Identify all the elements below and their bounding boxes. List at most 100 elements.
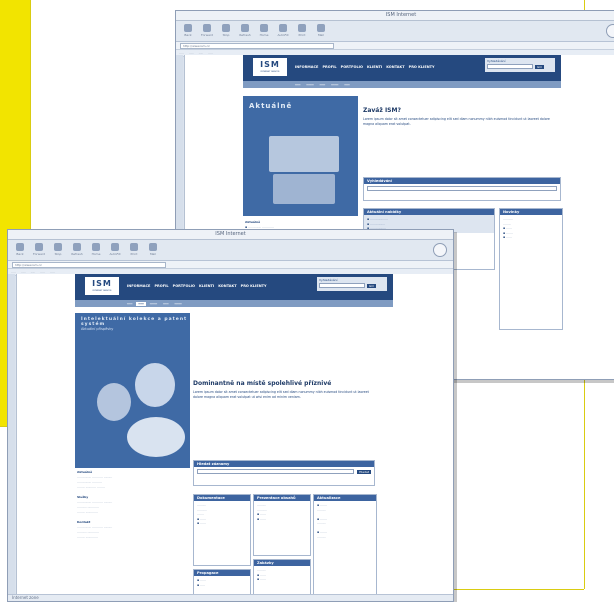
site-logo[interactable]: ISM INTERNET SERVICE [253,58,287,76]
nav-item[interactable]: INFORMACE [127,284,150,288]
website: ISM INTERNET SERVICE INFORMACE PROFIL POR… [243,55,561,88]
site-logo[interactable]: ISM INTERNET SERVICE [85,277,119,295]
page-viewport: ISM INTERNET SERVICE INFORMACE PROFIL POR… [16,274,453,601]
forward-button[interactable]: Forward [33,242,45,258]
panel-documentation: Dokumentace ········· ·········· ······· ▪ … [193,494,251,566]
mail-button[interactable]: Mail [315,23,327,39]
hero-image-people: Intelektuální kolekce a patent systém Ak… [75,313,190,468]
site-search-input[interactable] [319,283,365,288]
autofill-icon [111,242,119,251]
autofill-button[interactable]: AutoFill [277,23,289,39]
browser-toolbar: Back Forward Stop Refresh Home AutoFill … [8,240,453,261]
forward-arrow-icon [203,23,211,32]
subnav-item[interactable]: ━━━ [318,83,327,87]
autofill-icon [279,23,287,32]
subnav-item[interactable]: ━━━ [293,83,302,87]
stop-icon [222,23,230,32]
refresh-button[interactable]: Refresh [71,242,83,258]
explorer-side-tabs[interactable] [8,274,15,601]
subnav-item-active[interactable]: ━━━ [136,301,146,306]
forward-button[interactable]: Forward [201,23,213,39]
sub-nav: ━━━ ━━━━ ━━━ ━━━━ ━━━ [243,81,561,88]
refresh-button[interactable]: Refresh [239,23,251,39]
search-panel: Vyhledávání [363,177,561,201]
print-icon [298,23,306,32]
person-shape [135,363,175,407]
site-search-box: Vyhledávání GO [317,277,387,291]
nav-item[interactable]: PORTFOLIO [341,65,363,69]
autofill-button[interactable]: AutoFill [109,242,121,258]
subnav-item[interactable]: ━━━━ [173,302,184,306]
nav-item[interactable]: KONTAKT [386,65,404,69]
mail-icon [149,242,157,251]
mail-button[interactable]: Mail [147,242,159,258]
window-title: ISM Internet [176,11,614,21]
status-bar: Internet zone [8,594,453,601]
address-bar: http://www.ism.cz [8,261,453,269]
print-button[interactable]: Print [128,242,140,258]
mail-icon [317,23,325,32]
main-text: Lorem ipsum dolor sit amet consectetuer … [193,390,369,399]
print-button[interactable]: Print [296,23,308,39]
subnav-item[interactable]: ━━━━ [304,83,315,87]
browser-logo-icon [433,243,447,257]
print-icon [130,242,138,251]
main-heading: Zaváž ISM? [363,107,401,114]
browser-logo-icon [606,24,614,38]
address-field[interactable]: http://www.ism.cz [180,42,334,49]
sub-nav: ━━━ ━━━ ━━━━ ━━━ ━━━━ [75,300,393,307]
panel-search-button[interactable]: Hledat [357,469,371,474]
home-button[interactable]: Home [90,242,102,258]
stop-icon [54,242,62,251]
stop-button[interactable]: Stop [52,242,64,258]
left-column: Aktuálně ··············· ··········· ···… [77,470,113,539]
address-field[interactable]: http://www.ism.cz [12,261,166,268]
back-arrow-icon [16,242,24,251]
nav-item[interactable]: INFORMACE [295,65,318,69]
building-shape [269,136,339,172]
back-arrow-icon [184,23,192,32]
panel-search-input[interactable] [367,186,557,191]
home-icon [92,242,100,251]
main-text: Lorem ipsum dolor sit amet consectetuer … [363,117,550,126]
nav-item[interactable]: PRO KLIENTY [241,284,267,288]
subnav-item[interactable]: ━━━ [161,302,170,306]
refresh-icon [241,23,249,32]
site-header: ISM INTERNET SERVICE INFORMACE PROFIL POR… [243,55,561,81]
site-search-input[interactable] [487,64,533,69]
site-header: ISM INTERNET SERVICE INFORMACE PROFIL POR… [75,274,393,300]
stop-button[interactable]: Stop [220,23,232,39]
subnav-item[interactable]: ━━━ [342,83,351,87]
nav-item[interactable]: KLIENTI [199,284,214,288]
back-button[interactable]: Back [182,23,194,39]
person-shape [127,417,185,457]
nav-item[interactable]: KONTAKT [218,284,236,288]
right-panel: Novinky ·········· ········ ▪ ······ ▪ ····… [499,208,563,330]
panel-updates: Aktualizace ▪ ······· ········· ▪ ······· ·… [313,494,377,600]
nav-item[interactable]: PORTFOLIO [173,284,195,288]
panel-presentation: Prezentace obsahů ········· ·········· ▪ ·… [253,494,311,556]
search-panel: Hledat záznamy Hledat [193,460,375,486]
nav-item[interactable]: PRO KLIENTY [409,65,435,69]
address-bar: http://www.ism.cz [176,42,614,50]
home-icon [260,23,268,32]
building-shape [273,174,335,204]
subnav-item[interactable]: ━━━━ [329,83,340,87]
subnav-item[interactable]: ━━━━ [148,302,159,306]
nav-item[interactable]: PROFIL [154,284,168,288]
site-search-button[interactable]: GO [367,283,376,288]
refresh-icon [73,242,81,251]
panel-search-input[interactable] [197,469,355,474]
back-button[interactable]: Back [14,242,26,258]
nav-item[interactable]: KLIENTI [367,65,382,69]
nav-item[interactable]: PROFIL [322,65,336,69]
subnav-item[interactable]: ━━━ [125,302,134,306]
website: ISM INTERNET SERVICE INFORMACE PROFIL POR… [75,274,393,307]
person-shape [97,383,131,421]
browser-toolbar: Back Forward Stop Refresh Home AutoFill … [176,21,614,42]
site-search-button[interactable]: GO [535,64,544,69]
forward-arrow-icon [35,242,43,251]
browser-window-front[interactable]: ISM Internet Back Forward Stop Refresh H… [7,229,454,602]
home-button[interactable]: Home [258,23,270,39]
site-search-box: Vyhledávání GO [485,58,555,72]
